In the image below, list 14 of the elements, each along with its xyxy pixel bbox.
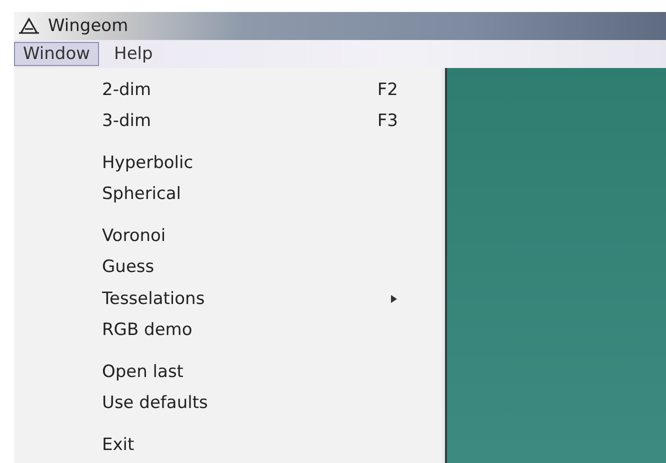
window-title: Wingeom	[48, 16, 128, 36]
menu-item[interactable]: Spherical	[14, 178, 442, 210]
menu-item[interactable]: Hyperbolic	[14, 147, 442, 178]
menu-item[interactable]: 3-dim F3	[14, 106, 442, 137]
menu-item[interactable]: RGB demo	[14, 314, 442, 346]
menu-item[interactable]: Exit	[14, 429, 442, 460]
menu-item[interactable]: Tesselations	[14, 283, 442, 314]
menu-item[interactable]: 2-dim F2	[14, 74, 442, 106]
menu-title[interactable]: Help	[105, 42, 162, 66]
menu-item[interactable]: Use defaults	[14, 388, 442, 419]
menu-title[interactable]: Window	[14, 42, 100, 66]
menu-item[interactable]: Open last	[14, 356, 442, 388]
menu-item[interactable]: Guess	[14, 252, 442, 283]
menu-item[interactable]: Voronoi	[14, 220, 442, 252]
